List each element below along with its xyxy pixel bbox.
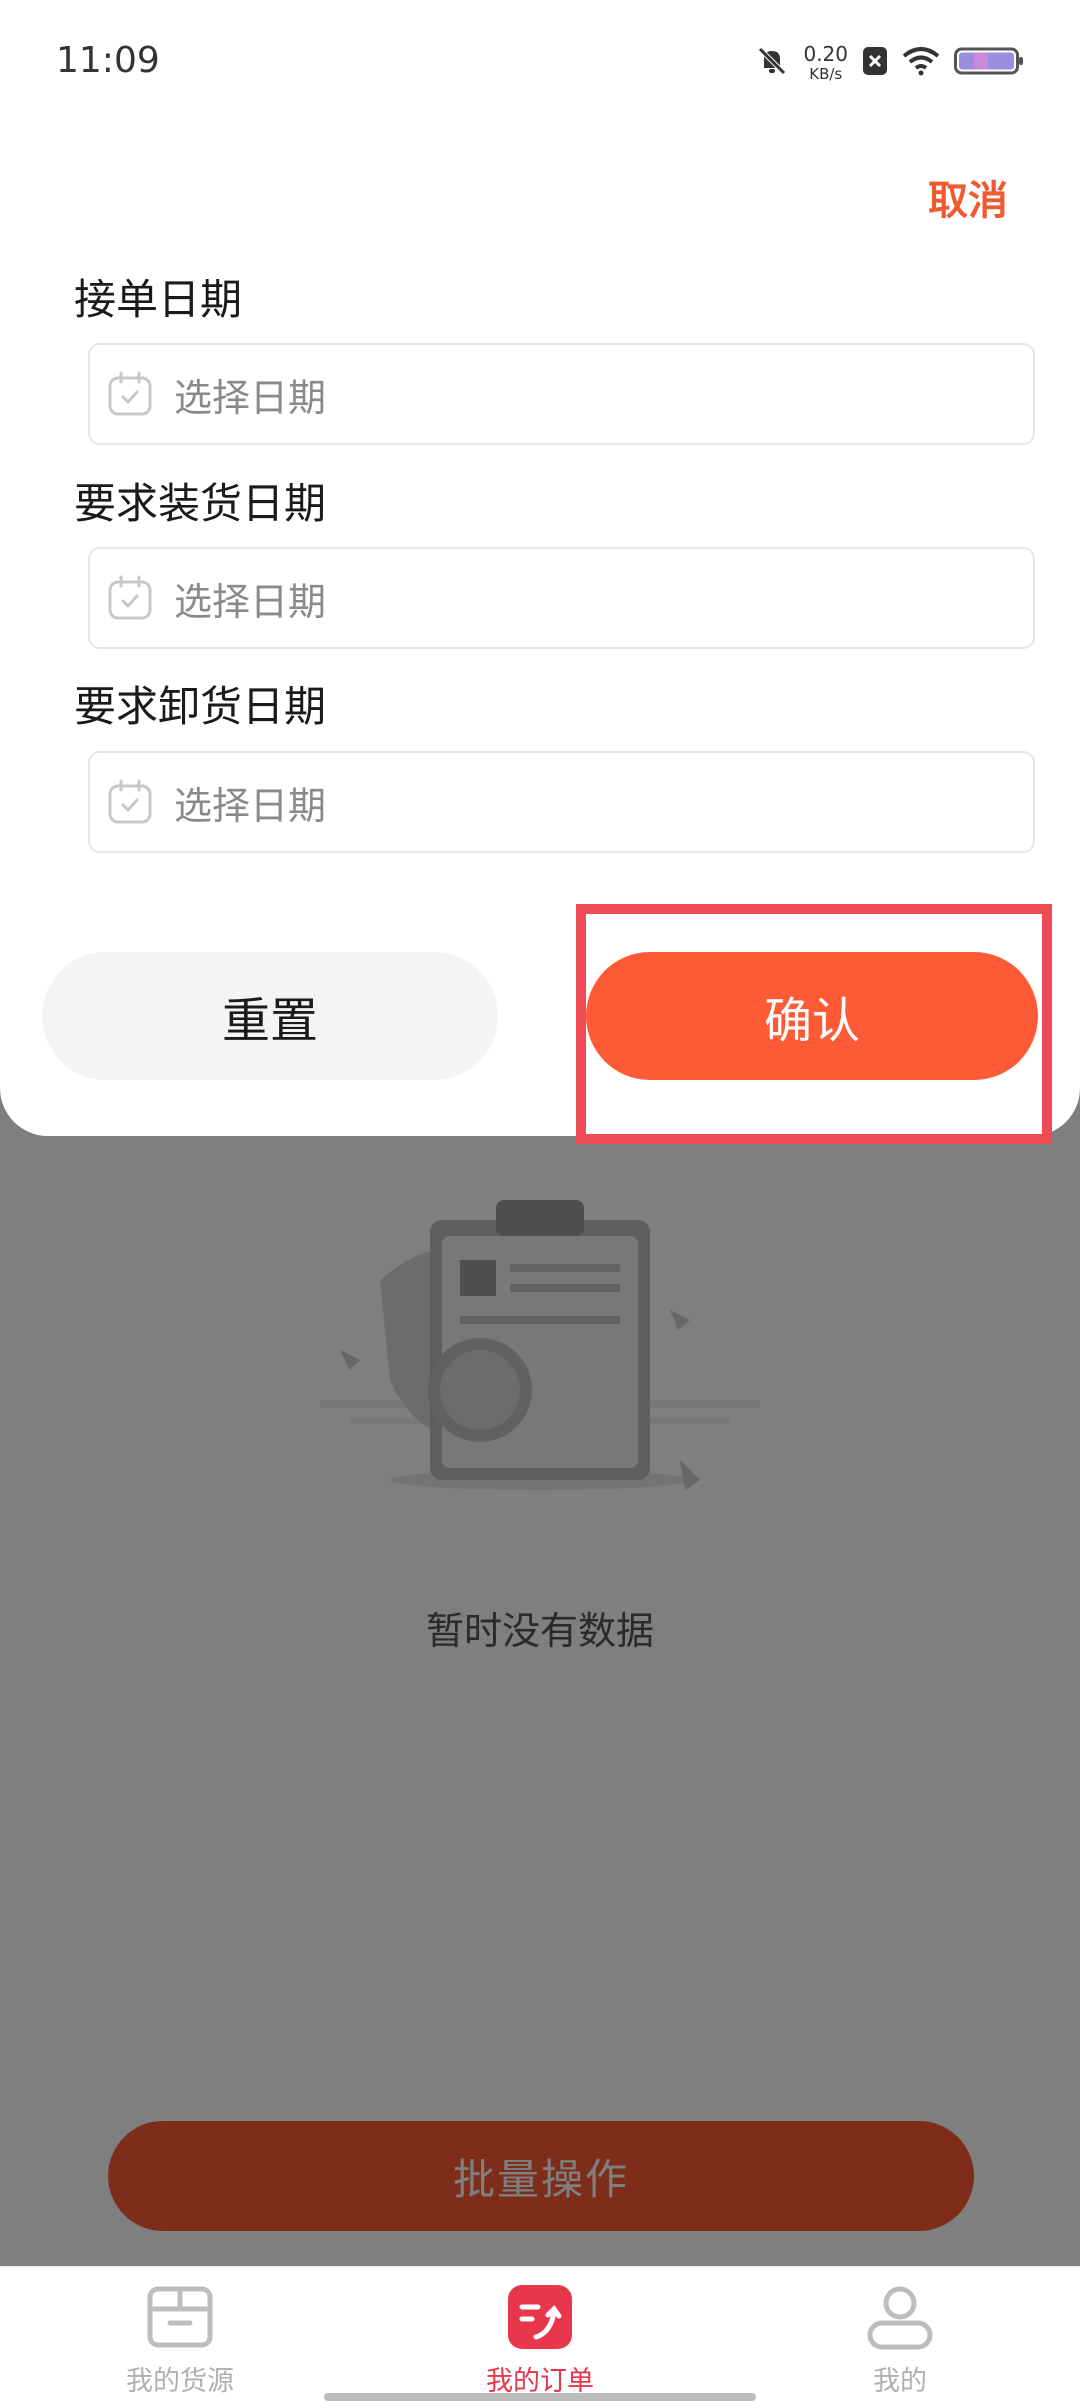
status-time: 11:09 [56, 40, 160, 81]
nav-label: 我的 [873, 2366, 927, 2397]
sim-off-icon [862, 46, 888, 80]
calendar-icon [108, 779, 152, 824]
battery-icon [954, 46, 1024, 80]
loading-date-picker[interactable]: 选择日期 [88, 547, 1035, 649]
network-speed-value: 0.20 [803, 42, 848, 66]
nav-item-my-orders[interactable]: 我的订单 [390, 2267, 690, 2408]
date-placeholder: 选择日期 [174, 579, 327, 624]
status-icons: 0.20 KB/s [755, 44, 1024, 82]
box-icon [144, 2281, 216, 2353]
network-speed: 0.20 KB/s [803, 44, 848, 82]
wifi-icon [902, 46, 940, 80]
network-speed-unit: KB/s [809, 65, 843, 83]
nav-item-my-cargo[interactable]: 我的货源 [30, 2267, 330, 2408]
calendar-icon [108, 575, 152, 620]
status-bar: 11:09 0.20 KB/s [0, 0, 1080, 120]
loading-date-label: 要求装货日期 [74, 479, 327, 528]
nav-label: 我的货源 [126, 2366, 234, 2397]
bottom-nav: 我的货源 我的订单 我的 [0, 2266, 1080, 2408]
unloading-date-picker[interactable]: 选择日期 [88, 751, 1035, 853]
date-placeholder: 选择日期 [174, 375, 327, 420]
order-date-label: 接单日期 [74, 275, 243, 324]
cancel-button[interactable]: 取消 [928, 168, 1008, 226]
order-date-picker[interactable]: 选择日期 [88, 343, 1035, 445]
reset-button[interactable]: 重置 [42, 952, 498, 1080]
unloading-date-label: 要求卸货日期 [74, 682, 327, 731]
order-icon [504, 2281, 576, 2353]
date-placeholder: 选择日期 [174, 783, 327, 828]
home-indicator[interactable] [324, 2393, 756, 2401]
highlight-annotation [576, 904, 1052, 1144]
mute-bell-icon [755, 44, 789, 82]
calendar-icon [108, 371, 152, 416]
user-icon [864, 2281, 936, 2353]
nav-item-me[interactable]: 我的 [750, 2267, 1050, 2408]
